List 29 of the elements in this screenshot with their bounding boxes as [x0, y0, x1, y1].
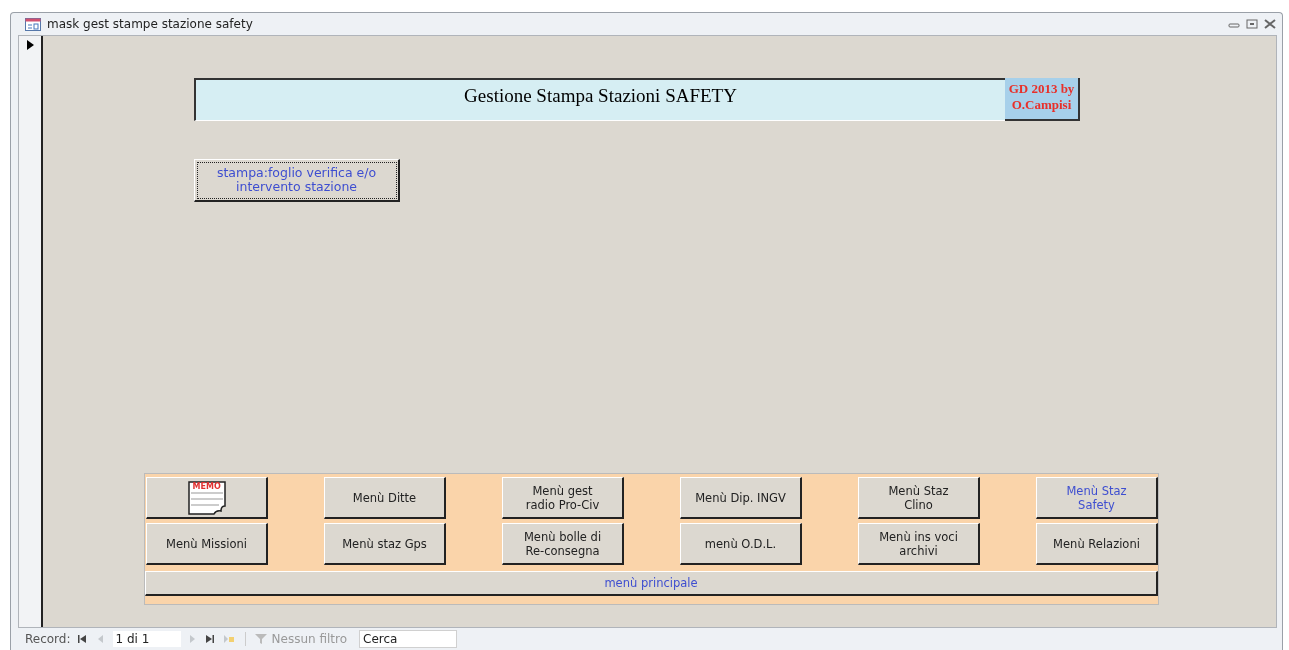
first-record-icon[interactable]: [76, 634, 89, 644]
form-icon: [25, 17, 41, 31]
form-title: Gestione Stampa Stazioni SAFETY: [194, 78, 1005, 121]
menu-button[interactable]: Menù bolle di Re-consegna: [502, 523, 624, 565]
close-icon[interactable]: [1264, 19, 1276, 29]
memo-icon: [185, 479, 228, 516]
menu-button[interactable]: Menù ins voci archivi: [858, 523, 980, 565]
menu-button[interactable]: Menù Missioni: [146, 523, 268, 565]
menu-button[interactable]: Menù Staz Clino: [858, 477, 980, 519]
last-record-icon[interactable]: [204, 634, 217, 644]
menu-button[interactable]: Menù Relazioni: [1036, 523, 1158, 565]
menu-button[interactable]: Menù Dip. INGV: [680, 477, 802, 519]
memo-label: MEMO: [192, 481, 221, 492]
menu-button[interactable]: Menù gest radio Pro-Civ: [502, 477, 624, 519]
search-field[interactable]: Cerca: [359, 630, 457, 648]
record-pointer-icon: [26, 40, 34, 50]
menu-button[interactable]: menù O.D.L.: [680, 523, 802, 565]
menu-button[interactable]: Menù staz Gps: [324, 523, 446, 565]
memo-button[interactable]: MEMO: [146, 477, 268, 519]
print-button[interactable]: stampa:foglio verifica e/o intervento stazione: [194, 159, 400, 202]
menu-button[interactable]: Menù Ditte: [324, 477, 446, 519]
funnel-icon: [253, 633, 268, 645]
restore-icon[interactable]: [1246, 19, 1258, 29]
credit-label: GD 2013 by O.Campisi: [1005, 78, 1080, 121]
record-label: Record:: [25, 632, 71, 646]
main-menu-button[interactable]: menù principale: [145, 571, 1158, 596]
record-position-field[interactable]: 1 di 1: [112, 631, 181, 647]
window-title: mask gest stampe stazione safety: [47, 17, 254, 31]
menu-button[interactable]: Menù Staz Safety: [1036, 477, 1158, 519]
